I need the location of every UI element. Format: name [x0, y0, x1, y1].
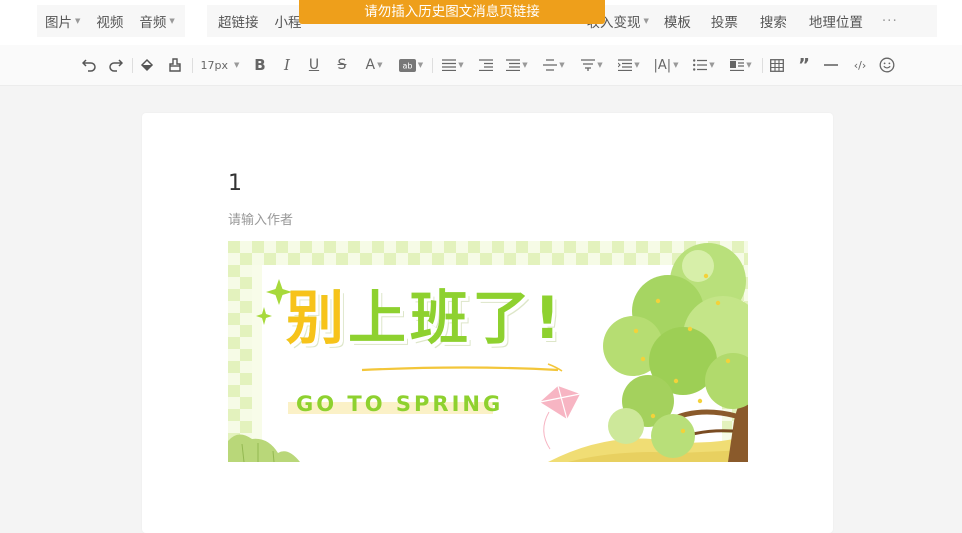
- insert-audio-button[interactable]: 音频 ▼: [131, 5, 182, 37]
- background-color-icon[interactable]: ab ▼: [396, 45, 426, 85]
- editor-card: 1 请输入作者 别上班了! 别上班了!: [142, 113, 833, 533]
- article-title-input[interactable]: 1: [228, 171, 242, 196]
- code-icon[interactable]: ‹/›: [849, 45, 871, 85]
- format-toolbar: 17px ▼ B I U S A ▼ ab ▼ ▼ ▼ ▼ ▼ ▼ |A| ▼ ▼ ▼ …: [0, 45, 962, 86]
- redo-icon[interactable]: [105, 45, 125, 85]
- chevron-down-icon: ▼: [169, 17, 175, 25]
- format-painter-icon[interactable]: [137, 45, 157, 85]
- table-icon[interactable]: [767, 45, 787, 85]
- template-button[interactable]: 模板: [655, 5, 700, 37]
- italic-icon[interactable]: I: [277, 45, 297, 85]
- cover-banner-image[interactable]: 别上班了! 别上班了! GO TO SPRING: [228, 241, 748, 462]
- insert-hyperlink-button[interactable]: 超链接: [207, 5, 267, 37]
- font-size-select[interactable]: 17px ▼: [197, 45, 243, 85]
- search-button[interactable]: 搜索: [749, 5, 798, 37]
- quote-icon[interactable]: ”: [794, 45, 814, 85]
- media-group: 图片 ▼ 视频 音频 ▼: [37, 5, 185, 37]
- paragraph-spacing-icon[interactable]: ▼: [540, 45, 568, 85]
- indent-icon[interactable]: ▼: [503, 45, 531, 85]
- author-input[interactable]: 请输入作者: [228, 209, 293, 228]
- insert-image-button[interactable]: 图片 ▼: [37, 5, 88, 37]
- font-color-icon[interactable]: A ▼: [360, 45, 388, 85]
- align-icon[interactable]: ▼: [439, 45, 467, 85]
- insert-video-button[interactable]: 视频: [88, 5, 131, 37]
- clear-format-icon[interactable]: [165, 45, 185, 85]
- vote-button[interactable]: 投票: [700, 5, 749, 37]
- chevron-down-icon: ▼: [75, 17, 81, 25]
- float-icon[interactable]: ▼: [727, 45, 755, 85]
- location-button[interactable]: 地理位置: [798, 5, 874, 37]
- emoji-icon[interactable]: [876, 45, 898, 85]
- first-line-indent-icon[interactable]: ▼: [615, 45, 643, 85]
- chevron-down-icon: ▼: [643, 17, 649, 25]
- insert-toolbar: 图片▼ 视频 音频▼ 超链接 小程 收入变现▼ 模板 投票 搜索 地理位置: [0, 0, 962, 45]
- indent-left-icon[interactable]: [476, 45, 496, 85]
- undo-icon[interactable]: [79, 45, 99, 85]
- line-spacing-icon[interactable]: ▼: [578, 45, 606, 85]
- strikethrough-icon[interactable]: S: [332, 45, 352, 85]
- bold-icon[interactable]: B: [250, 45, 270, 85]
- svg-text:ab: ab: [402, 61, 412, 70]
- list-icon[interactable]: ▼: [690, 45, 718, 85]
- letter-spacing-icon[interactable]: |A| ▼: [652, 45, 680, 85]
- more-icon[interactable]: ···: [874, 5, 906, 37]
- underline-icon[interactable]: U: [304, 45, 324, 85]
- spring-illustration: [228, 243, 748, 462]
- warning-toast: 请勿插入历史图文消息页链接: [299, 0, 605, 24]
- divider-icon[interactable]: [821, 45, 841, 85]
